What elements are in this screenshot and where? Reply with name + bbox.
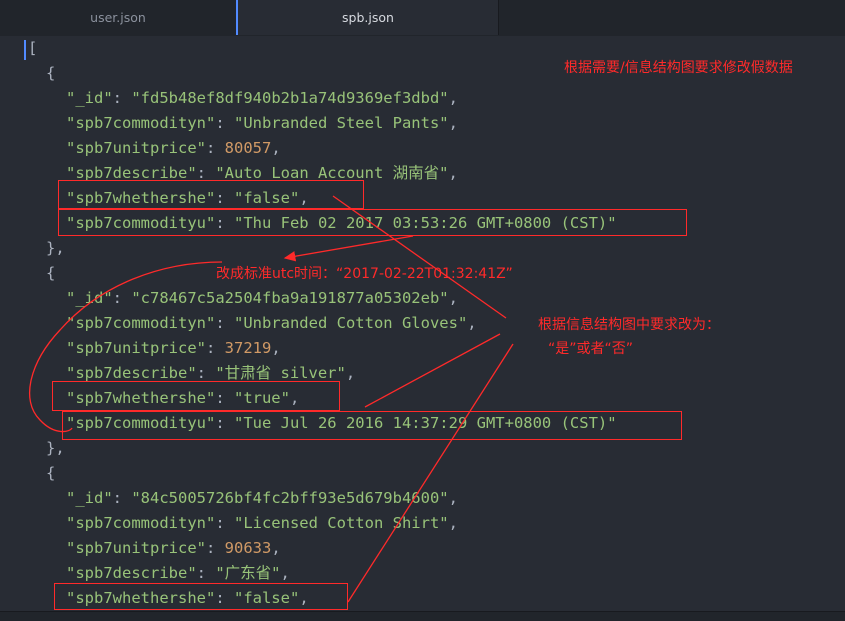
- annotation-utc-note: 改成标准utc时间：“2017-02-22T01:32:41Z”: [216, 266, 513, 282]
- open-brace: {: [46, 64, 56, 82]
- code-line: "_id": "fd5b48ef8df940b2b1a74d9369ef3dbd…: [66, 89, 458, 107]
- open-bracket: [: [28, 39, 38, 57]
- tab-label: user.json: [90, 10, 146, 25]
- close-brace: },: [46, 239, 65, 257]
- annotation-bool-note-1: 根据信息结构图中要求改为：: [538, 317, 720, 333]
- code-line: "spb7commodityn": "Licensed Cotton Shirt…: [66, 514, 458, 532]
- json-value: "84c5005726bf4fc2bff93e5d679b4600": [131, 489, 449, 507]
- json-key: "spb7describe": [66, 564, 197, 582]
- json-key: "spb7unitprice": [66, 539, 206, 557]
- json-key: "_id": [66, 489, 113, 507]
- code-line: {: [46, 461, 55, 486]
- json-value: "甘肃省 silver": [215, 364, 346, 382]
- json-key: "_id": [66, 89, 113, 107]
- annotation-bool-note-2: “是”或者“否”: [548, 341, 634, 357]
- code-line: "_id": "84c5005726bf4fc2bff93e5d679b4600…: [66, 489, 458, 507]
- status-bar: [0, 611, 845, 621]
- code-line: "spb7unitprice": 80057,: [66, 139, 281, 157]
- tab-label: spb.json: [342, 10, 394, 25]
- code-line: "_id": "c78467c5a2504fba9a191877a05302eb…: [66, 289, 458, 307]
- close-brace: },: [46, 439, 65, 457]
- json-number: 90633: [224, 539, 272, 557]
- tab-spb-json[interactable]: spb.json: [238, 0, 499, 35]
- json-value: "fd5b48ef8df940b2b1a74d9369ef3dbd": [131, 89, 449, 107]
- code-line: "spb7unitprice": 90633,: [66, 539, 281, 557]
- json-key: "spb7commodityn": [66, 514, 216, 532]
- code-line: "spb7commodityn": "Unbranded Cotton Glov…: [66, 314, 477, 332]
- code-line: [: [28, 36, 37, 61]
- json-value: "Unbranded Steel Pants": [233, 114, 449, 132]
- json-key: "spb7describe": [66, 364, 197, 382]
- json-value: "Unbranded Cotton Gloves": [233, 314, 468, 332]
- json-value: "Licensed Cotton Shirt": [233, 514, 449, 532]
- json-value: "广东省": [215, 564, 281, 582]
- annotation-top-right: 根据需要/信息结构图要求修改假数据: [564, 60, 793, 76]
- json-key: "spb7commodityn": [66, 114, 216, 132]
- json-number: 37219: [224, 339, 272, 357]
- text-cursor: [24, 40, 26, 60]
- json-key: "spb7unitprice": [66, 339, 206, 357]
- highlight-box-commodityu-2: [62, 411, 682, 440]
- open-brace: {: [46, 264, 56, 282]
- code-line: },: [46, 236, 65, 261]
- highlight-box-whethershe-1: [58, 180, 364, 209]
- open-brace: {: [46, 464, 56, 482]
- json-key: "spb7unitprice": [66, 139, 206, 157]
- json-value: "c78467c5a2504fba9a191877a05302eb": [131, 289, 449, 307]
- code-line: {: [46, 61, 55, 86]
- tab-user-json[interactable]: user.json: [0, 0, 238, 35]
- json-key: "_id": [66, 289, 113, 307]
- tab-bar-empty: [499, 0, 845, 35]
- code-line: "spb7unitprice": 37219,: [66, 339, 281, 357]
- highlight-box-whethershe-3: [54, 583, 348, 610]
- code-line: "spb7commodityn": "Unbranded Steel Pants…: [66, 114, 458, 132]
- highlight-box-commodityu-1: [58, 209, 687, 236]
- tab-bar: user.json spb.json: [0, 0, 845, 36]
- json-key: "spb7commodityn": [66, 314, 216, 332]
- highlight-box-whethershe-2: [52, 381, 340, 411]
- code-line: {: [46, 261, 55, 286]
- json-number: 80057: [224, 139, 272, 157]
